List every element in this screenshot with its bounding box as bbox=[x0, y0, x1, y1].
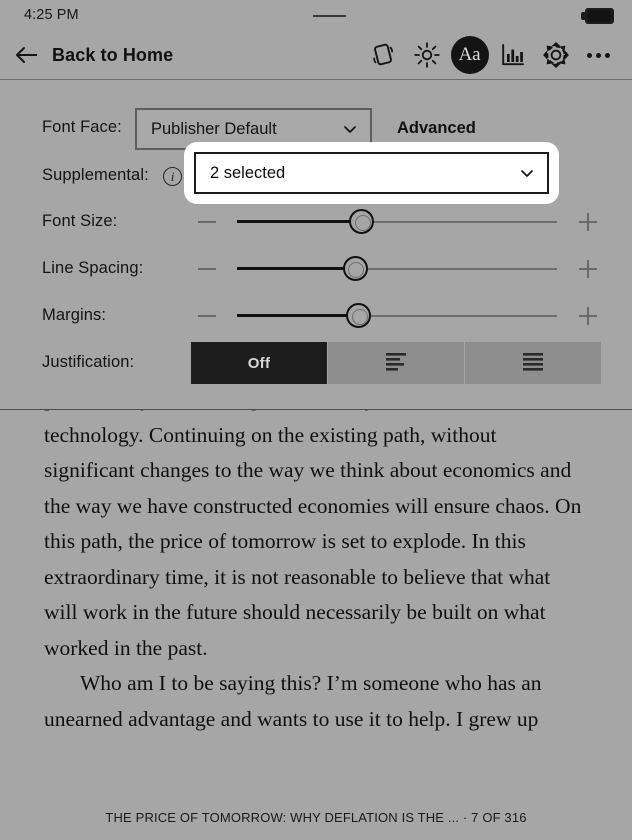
justification-option-off[interactable]: Off bbox=[191, 342, 328, 384]
drag-handle-icon bbox=[313, 15, 346, 17]
chevron-down-icon bbox=[519, 165, 535, 181]
line-spacing-label: Line Spacing: bbox=[42, 259, 144, 277]
justification-row: Justification: Off bbox=[0, 342, 632, 384]
book-footer: THE PRICE OF TOMORROW: WHY DEFLATION IS … bbox=[105, 810, 527, 825]
font-size-slider-row: Font Size: bbox=[0, 205, 632, 239]
font-size-slider-fill bbox=[237, 220, 362, 224]
margins-slider-thumb[interactable] bbox=[346, 303, 372, 329]
settings-gear-icon[interactable] bbox=[534, 33, 577, 77]
line-spacing-slider-fill bbox=[237, 267, 356, 271]
font-face-value: Publisher Default bbox=[151, 119, 277, 138]
font-size-minus-icon[interactable] bbox=[198, 221, 216, 223]
ereader-screen: 4:25 PM Back to Home Aa technology. Cont… bbox=[0, 0, 632, 840]
line-spacing-slider[interactable] bbox=[237, 256, 557, 282]
supplemental-label: Supplemental: bbox=[42, 166, 149, 184]
toolbar-actions: Aa bbox=[362, 30, 620, 80]
margins-minus-icon[interactable] bbox=[198, 315, 216, 317]
book-paragraph: pretend they are working because they di… bbox=[44, 387, 582, 660]
chevron-down-icon bbox=[342, 121, 358, 137]
align-justify-icon bbox=[519, 351, 547, 376]
status-bar: 4:25 PM bbox=[0, 0, 632, 30]
supplemental-select[interactable]: 2 selected bbox=[194, 152, 549, 194]
battery-full-icon bbox=[581, 8, 614, 24]
font-face-label: Font Face: bbox=[42, 118, 122, 136]
margins-plus-icon[interactable] bbox=[579, 307, 597, 325]
brightness-icon[interactable] bbox=[405, 33, 448, 77]
line-spacing-plus-icon[interactable] bbox=[579, 260, 597, 278]
supplemental-value: 2 selected bbox=[210, 163, 286, 182]
advanced-button[interactable]: Advanced bbox=[397, 119, 476, 138]
margins-slider-fill bbox=[237, 314, 359, 318]
font-aa-label: Aa bbox=[450, 36, 489, 74]
margins-slider[interactable] bbox=[237, 303, 557, 329]
justification-option-full[interactable] bbox=[465, 342, 601, 384]
rotation-lock-icon[interactable] bbox=[362, 33, 405, 77]
font-size-label: Font Size: bbox=[42, 212, 118, 230]
more-options-icon[interactable] bbox=[577, 33, 620, 77]
margins-slider-row: Margins: bbox=[0, 299, 632, 333]
top-toolbar: Back to Home Aa bbox=[0, 30, 632, 80]
font-aa-icon[interactable]: Aa bbox=[448, 33, 491, 77]
line-spacing-slider-thumb[interactable] bbox=[342, 256, 368, 282]
font-settings-panel: Font Face: Publisher Default Advanced Su… bbox=[0, 80, 632, 410]
font-size-slider[interactable] bbox=[237, 209, 557, 235]
book-paragraph: Who am I to be saying this? I’m someone … bbox=[44, 671, 542, 731]
back-arrow-icon[interactable] bbox=[14, 42, 40, 68]
status-time: 4:25 PM bbox=[24, 7, 79, 23]
reading-stats-icon[interactable] bbox=[491, 33, 534, 77]
font-size-slider-thumb[interactable] bbox=[349, 209, 375, 235]
margins-label: Margins: bbox=[42, 306, 107, 324]
justification-label: Justification: bbox=[42, 353, 135, 371]
back-to-home-label[interactable]: Back to Home bbox=[52, 45, 173, 66]
font-size-plus-icon[interactable] bbox=[579, 213, 597, 231]
justification-option-left[interactable] bbox=[328, 342, 465, 384]
justification-off-label: Off bbox=[247, 354, 271, 372]
info-icon[interactable]: i bbox=[163, 167, 182, 186]
align-left-icon bbox=[382, 351, 410, 376]
justification-segmented-control: Off bbox=[191, 342, 601, 384]
line-spacing-minus-icon[interactable] bbox=[198, 268, 216, 270]
line-spacing-slider-row: Line Spacing: bbox=[0, 252, 632, 286]
